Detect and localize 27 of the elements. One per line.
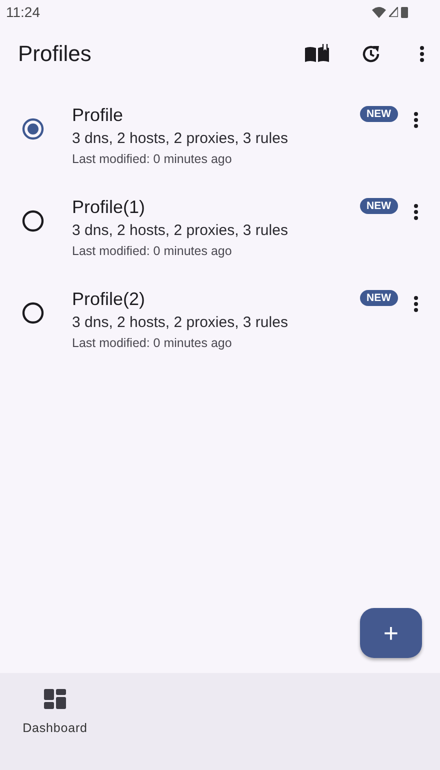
profile-summary: 3 dns, 2 hosts, 2 proxies, 3 rules	[72, 130, 289, 147]
profile-summary: 3 dns, 2 hosts, 2 proxies, 3 rules	[72, 314, 289, 331]
status-time: 11:24	[6, 4, 40, 20]
status-icons	[372, 6, 408, 18]
page-title: Profiles	[18, 41, 92, 67]
profile-name: Profile(1)	[72, 196, 146, 218]
refresh-icon[interactable]	[360, 43, 382, 65]
dashboard-icon	[44, 689, 66, 709]
profile-item[interactable]: Profile(1) 3 dns, 2 hosts, 2 proxies, 3 rules Last modified: 0 minutes ago NEW	[0, 182, 440, 263]
nav-item[interactable]: Dashboard	[0, 673, 110, 770]
profile-item[interactable]: Profile(2) 3 dns, 2 hosts, 2 proxies, 3 rules Last modified: 0 minutes ago NEW	[0, 274, 440, 355]
profile-summary: 3 dns, 2 hosts, 2 proxies, 3 rules	[72, 222, 289, 239]
profile-name: Profile	[72, 104, 124, 126]
radio-button[interactable]	[22, 302, 44, 324]
profile-item[interactable]: Profile 3 dns, 2 hosts, 2 proxies, 3 rules Last modified: 0 minutes ago NEW	[0, 90, 440, 171]
add-button[interactable]: +	[360, 608, 422, 658]
last-modified-text: Last modified: 0 minutes ago	[72, 336, 233, 350]
new-badge: NEW	[360, 106, 398, 122]
profile-name: Profile(2)	[72, 288, 146, 310]
book-icon[interactable]	[304, 44, 330, 64]
new-badge: NEW	[360, 290, 398, 306]
new-badge: NEW	[360, 198, 398, 214]
last-modified-text: Last modified: 0 minutes ago	[72, 152, 233, 166]
more-icon[interactable]	[420, 46, 424, 62]
radio-button[interactable]	[22, 210, 44, 232]
radio-button[interactable]	[22, 118, 44, 140]
last-modified-text: Last modified: 0 minutes ago	[72, 244, 233, 258]
